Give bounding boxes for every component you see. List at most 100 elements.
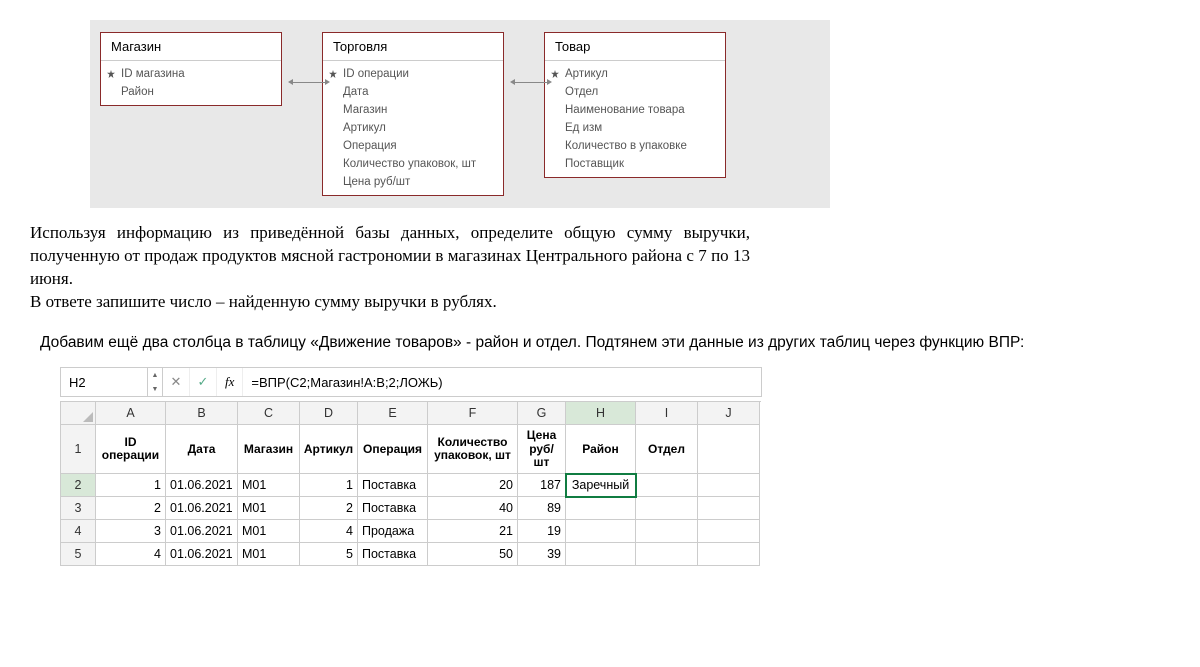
row-header[interactable]: 2 xyxy=(61,474,96,497)
cell[interactable]: Цена руб/ шт xyxy=(518,425,566,474)
chevron-down-icon[interactable]: ▼ xyxy=(148,382,162,396)
cell[interactable]: 01.06.2021 xyxy=(166,497,238,520)
cell[interactable] xyxy=(698,543,760,566)
cancel-icon[interactable]: ✕ xyxy=(163,368,190,396)
entity-field: Магазин xyxy=(323,101,503,119)
col-header[interactable]: G xyxy=(518,402,566,425)
cell[interactable] xyxy=(566,497,636,520)
cell[interactable]: 40 xyxy=(428,497,518,520)
problem-paragraph: Используя информацию из приведённой базы… xyxy=(30,222,750,291)
entity-field: Артикул xyxy=(323,119,503,137)
er-diagram: Магазин ID магазина Район Торговля ID оп… xyxy=(90,20,830,208)
row-header[interactable]: 3 xyxy=(61,497,96,520)
col-header[interactable]: I xyxy=(636,402,698,425)
cell[interactable]: 39 xyxy=(518,543,566,566)
cell[interactable]: 50 xyxy=(428,543,518,566)
name-box[interactable]: H2 xyxy=(61,368,148,396)
entity-title: Магазин xyxy=(101,33,281,61)
col-header[interactable]: B xyxy=(166,402,238,425)
cell[interactable]: 3 xyxy=(96,520,166,543)
entity-field: Наименование товара xyxy=(545,101,725,119)
cell[interactable]: Отдел xyxy=(636,425,698,474)
col-header[interactable]: D xyxy=(300,402,358,425)
cell[interactable]: 2 xyxy=(300,497,358,520)
cell[interactable] xyxy=(566,543,636,566)
entity-product: Товар Артикул Отдел Наименование товара … xyxy=(544,32,726,178)
row-header[interactable]: 1 xyxy=(61,425,96,474)
cell[interactable] xyxy=(698,474,760,497)
entity-trade: Торговля ID операции Дата Магазин Артику… xyxy=(322,32,504,196)
cell[interactable]: Поставка xyxy=(358,497,428,520)
entity-field: ID магазина xyxy=(101,65,281,83)
col-header[interactable]: J xyxy=(698,402,760,425)
entity-title: Торговля xyxy=(323,33,503,61)
row-header[interactable]: 4 xyxy=(61,520,96,543)
cell[interactable]: М01 xyxy=(238,543,300,566)
cell[interactable]: 21 xyxy=(428,520,518,543)
cell[interactable] xyxy=(566,520,636,543)
cell[interactable]: 01.06.2021 xyxy=(166,474,238,497)
spreadsheet-grid[interactable]: A B C D E F G H I J 1 ID операции Дата М… xyxy=(60,401,761,566)
cell[interactable] xyxy=(636,520,698,543)
confirm-icon[interactable]: ✓ xyxy=(190,368,217,396)
select-all-corner[interactable] xyxy=(61,402,96,425)
entity-field: Отдел xyxy=(545,83,725,101)
cell[interactable]: М01 xyxy=(238,474,300,497)
cell[interactable]: Операция xyxy=(358,425,428,474)
cell[interactable]: Район xyxy=(566,425,636,474)
cell[interactable]: 19 xyxy=(518,520,566,543)
col-header[interactable]: E xyxy=(358,402,428,425)
formula-bar: H2 ▲ ▼ ✕ ✓ fx =ВПР(C2;Магазин!A:B;2;ЛОЖЬ… xyxy=(60,367,762,397)
cell[interactable]: Продажа xyxy=(358,520,428,543)
cell[interactable]: 20 xyxy=(428,474,518,497)
chevron-up-icon[interactable]: ▲ xyxy=(148,368,162,382)
fx-icon[interactable]: fx xyxy=(217,368,243,396)
entity-field: Цена руб/шт xyxy=(323,173,503,191)
cell[interactable]: 2 xyxy=(96,497,166,520)
entity-field: Поставщик xyxy=(545,155,725,173)
active-cell[interactable]: Заречный xyxy=(566,474,636,497)
col-header[interactable]: F xyxy=(428,402,518,425)
cell[interactable] xyxy=(636,497,698,520)
name-box-spinner[interactable]: ▲ ▼ xyxy=(148,368,163,396)
entity-store: Магазин ID магазина Район xyxy=(100,32,282,106)
cell[interactable]: Магазин xyxy=(238,425,300,474)
cell[interactable]: 187 xyxy=(518,474,566,497)
cell[interactable]: 1 xyxy=(96,474,166,497)
entity-field: Количество упаковок, шт xyxy=(323,155,503,173)
cell[interactable]: М01 xyxy=(238,497,300,520)
cell[interactable]: 1 xyxy=(300,474,358,497)
entity-field: ID операции xyxy=(323,65,503,83)
problem-statement: Используя информацию из приведённой базы… xyxy=(30,222,750,314)
entity-field: Артикул xyxy=(545,65,725,83)
cell[interactable]: Количество упаковок, шт xyxy=(428,425,518,474)
cell[interactable] xyxy=(698,425,760,474)
entity-field: Количество в упаковке xyxy=(545,137,725,155)
cell[interactable]: 4 xyxy=(300,520,358,543)
cell[interactable]: Артикул xyxy=(300,425,358,474)
cell[interactable]: Дата xyxy=(166,425,238,474)
entity-title: Товар xyxy=(545,33,725,61)
entity-field: Район xyxy=(101,83,281,101)
cell[interactable]: 01.06.2021 xyxy=(166,543,238,566)
cell[interactable] xyxy=(636,543,698,566)
col-header[interactable]: C xyxy=(238,402,300,425)
cell[interactable]: ID операции xyxy=(96,425,166,474)
cell[interactable]: М01 xyxy=(238,520,300,543)
row-header[interactable]: 5 xyxy=(61,543,96,566)
cell[interactable] xyxy=(636,474,698,497)
cell[interactable]: Поставка xyxy=(358,543,428,566)
entity-field: Операция xyxy=(323,137,503,155)
problem-paragraph: В ответе запишите число – найденную сумм… xyxy=(30,291,750,314)
cell[interactable]: 4 xyxy=(96,543,166,566)
entity-field: Ед изм xyxy=(545,119,725,137)
col-header[interactable]: A xyxy=(96,402,166,425)
formula-input[interactable]: =ВПР(C2;Магазин!A:B;2;ЛОЖЬ) xyxy=(243,368,761,396)
cell[interactable]: 5 xyxy=(300,543,358,566)
cell[interactable] xyxy=(698,520,760,543)
cell[interactable]: Поставка xyxy=(358,474,428,497)
cell[interactable]: 89 xyxy=(518,497,566,520)
cell[interactable] xyxy=(698,497,760,520)
col-header[interactable]: H xyxy=(566,402,636,425)
cell[interactable]: 01.06.2021 xyxy=(166,520,238,543)
